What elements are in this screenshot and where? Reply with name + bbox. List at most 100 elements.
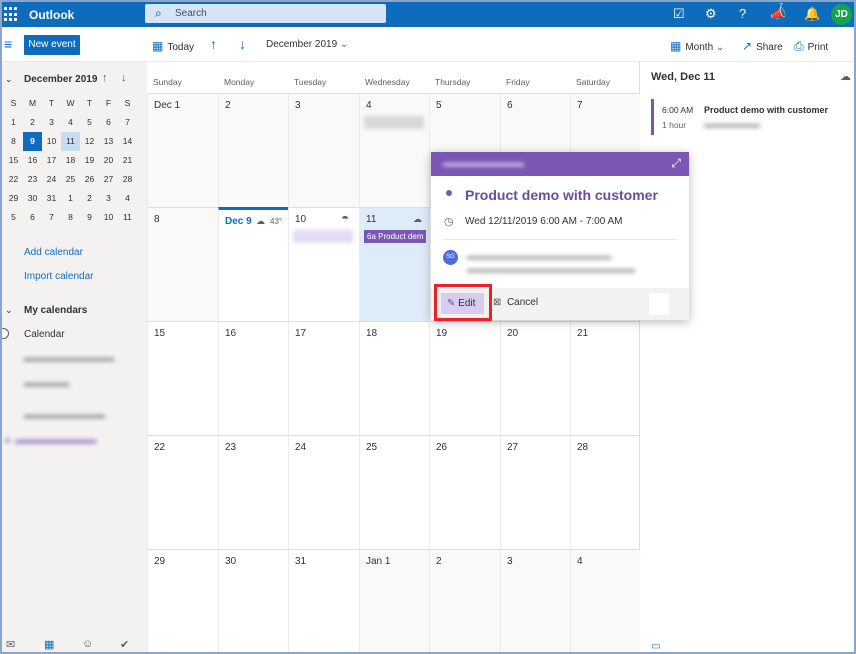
cancel-event-button[interactable]: ⊠ Cancel [493,297,538,308]
app-name[interactable]: Outlook [29,8,74,22]
mini-day[interactable]: 27 [99,170,118,189]
next-month-arrow-icon[interactable]: ↓ [239,36,246,52]
day-cell[interactable]: 24 [288,435,359,549]
mini-day[interactable]: 18 [61,151,80,170]
mini-day[interactable]: 19 [80,151,99,170]
collapse-chevron-icon[interactable]: ⌄ [5,74,13,85]
mini-day[interactable]: 6 [23,208,42,227]
mini-day[interactable]: 23 [23,170,42,189]
day-cell[interactable]: 19 [429,321,500,435]
people-icon[interactable]: ☺ [82,638,93,650]
day-cell[interactable]: 2 [218,93,288,207]
mini-day[interactable]: 3 [42,113,61,132]
mini-day[interactable]: 17 [42,151,61,170]
mini-day[interactable]: 24 [42,170,61,189]
mini-day-selected[interactable]: 11 [61,132,80,151]
mail-icon[interactable]: ✉ [6,638,15,651]
mini-day[interactable]: 4 [61,113,80,132]
notifications-bell-icon[interactable]: 🔔 [804,6,820,22]
day-cell[interactable]: 28 [570,435,640,549]
mini-day[interactable]: 14 [118,132,137,151]
mini-day[interactable]: 31 [42,189,61,208]
mini-day[interactable]: 30 [23,189,42,208]
new-event-button[interactable]: New event [24,35,80,55]
agenda-event-title[interactable]: Product demo with customer [704,105,828,115]
more-actions-box[interactable] [649,293,669,315]
today-button[interactable]: ▦ Today [152,39,194,53]
day-cell[interactable]: Jan 1 [359,549,429,652]
day-cell[interactable]: 4 [570,549,640,652]
mini-day[interactable]: 8 [4,132,23,151]
day-cell[interactable]: 18 [359,321,429,435]
my-day-icon[interactable]: ☑ [673,6,685,22]
attendee-avatar[interactable]: SG [443,250,458,265]
day-cell[interactable]: 23 [218,435,288,549]
day-cell[interactable]: 15 [147,321,218,435]
mini-day[interactable]: 13 [99,132,118,151]
blurred-event[interactable] [293,230,353,243]
day-cell[interactable]: 3 [288,93,359,207]
day-cell[interactable]: 3 [500,549,570,652]
mini-day[interactable]: 5 [80,113,99,132]
import-calendar-link[interactable]: Import calendar [24,271,93,282]
search-box[interactable]: ⌕ Search [145,4,386,23]
mini-calendar-title[interactable]: December 2019 [24,74,97,85]
hamburger-menu-icon[interactable]: ≡ [4,36,12,52]
mini-day[interactable]: 25 [61,170,80,189]
user-avatar[interactable]: JD [831,4,852,25]
mini-day[interactable]: 15 [4,151,23,170]
my-calendars-heading[interactable]: My calendars [24,305,87,316]
day-cell[interactable]: 26 [429,435,500,549]
mini-day[interactable]: 1 [4,113,23,132]
app-launcher-icon[interactable] [4,6,18,22]
month-picker[interactable]: December 2019 ⌄ [266,39,348,50]
mini-day[interactable]: 6 [99,113,118,132]
mini-day[interactable]: 16 [23,151,42,170]
mini-day[interactable]: 5 [4,208,23,227]
calendar-item-label[interactable]: Calendar [24,329,65,340]
day-cell[interactable]: 25 [359,435,429,549]
mini-day[interactable]: 29 [4,189,23,208]
mini-day[interactable]: 28 [118,170,137,189]
calendar-toggle-radio[interactable] [2,328,9,339]
mini-day[interactable]: 12 [80,132,99,151]
mini-day[interactable]: 20 [99,151,118,170]
add-calendar-link[interactable]: Add calendar [24,247,83,258]
mini-day[interactable]: 9 [80,208,99,227]
mini-day[interactable]: 7 [42,208,61,227]
mini-day[interactable]: 10 [42,132,61,151]
day-cell[interactable]: 17 [288,321,359,435]
day-cell[interactable]: 30 [218,549,288,652]
mini-day[interactable]: 2 [80,189,99,208]
mini-day[interactable]: 8 [61,208,80,227]
day-cell[interactable]: 29 [147,549,218,652]
day-cell[interactable]: 27 [500,435,570,549]
day-cell[interactable]: 8 [147,207,218,321]
day-cell[interactable]: 10 ☂ [288,207,359,321]
agenda-bottom-icon[interactable]: ▭ [651,641,660,652]
event-chip-product-demo[interactable]: 6a Product dem [364,230,426,243]
mini-day[interactable]: 21 [118,151,137,170]
settings-gear-icon[interactable]: ⚙ [705,6,717,22]
mini-next-arrow-icon[interactable]: ↓ [121,72,127,84]
share-button[interactable]: ↗ Share [742,39,783,53]
collapse-chevron-icon[interactable]: ⌄ [5,305,13,316]
mini-day[interactable]: 26 [80,170,99,189]
todo-check-icon[interactable]: ✔ [120,638,129,651]
help-icon[interactable]: ? [739,6,746,22]
day-cell[interactable]: 20 [500,321,570,435]
mini-day[interactable]: 22 [4,170,23,189]
day-cell-today[interactable]: Dec 9 ☁ 43° [218,207,288,321]
mini-day[interactable]: 3 [99,189,118,208]
mini-prev-arrow-icon[interactable]: ↑ [102,72,108,84]
day-cell[interactable]: 22 [147,435,218,549]
expand-icon[interactable]: ⤢ [671,156,681,171]
mini-day[interactable]: 7 [118,113,137,132]
previous-month-arrow-icon[interactable]: ↑ [210,36,217,52]
mini-day-today[interactable]: 9 [23,132,42,151]
blurred-event[interactable] [364,116,424,129]
mini-day[interactable]: 1 [61,189,80,208]
print-button[interactable]: ⎙ Print [794,39,828,54]
view-switcher[interactable]: ▦ Month ⌄ [670,39,724,53]
day-cell[interactable]: 31 [288,549,359,652]
